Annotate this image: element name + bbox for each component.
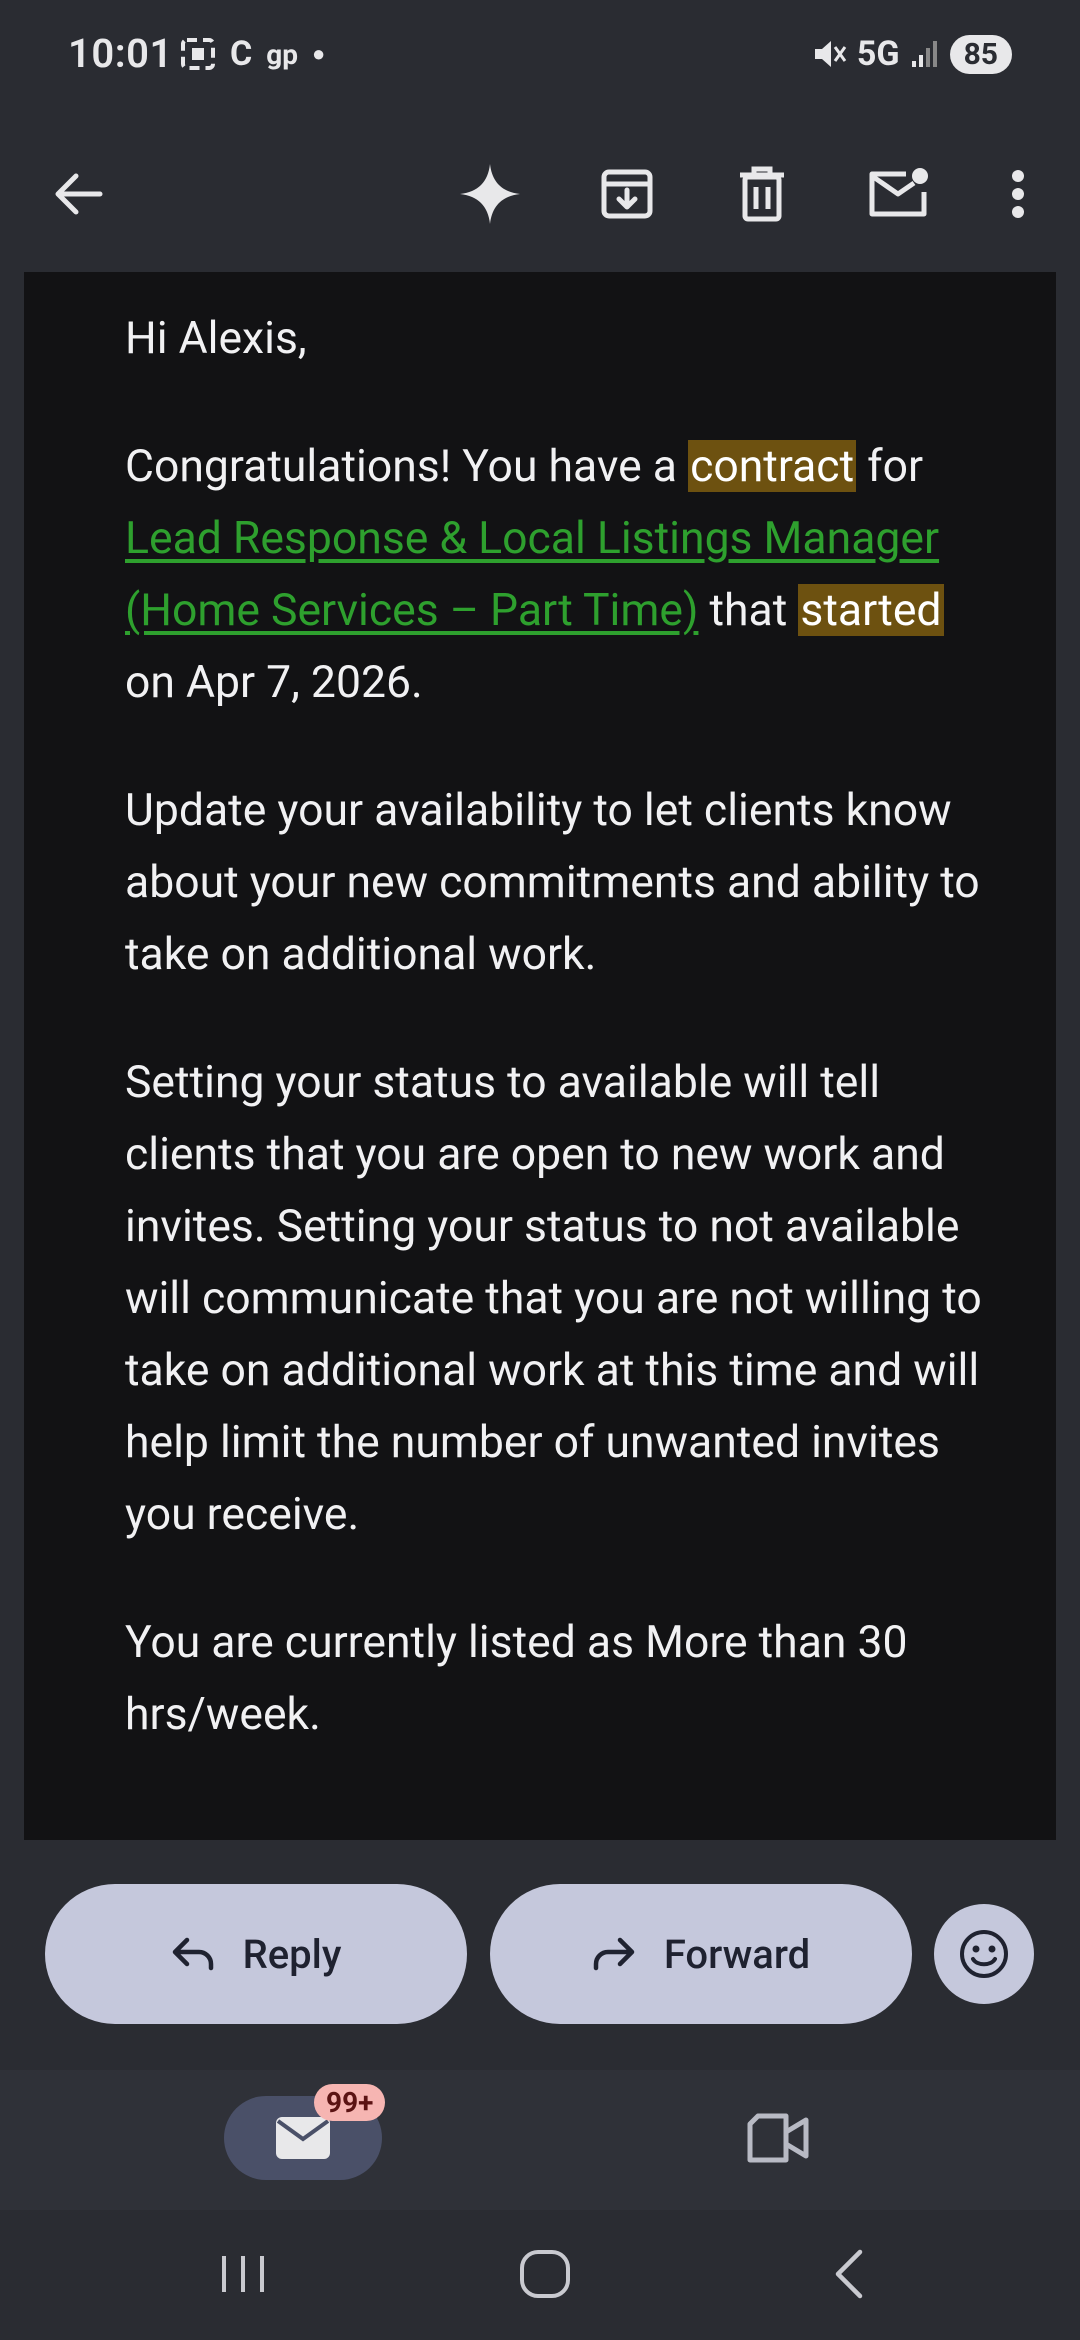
status-time: 10:01 — [68, 30, 173, 77]
gemini-button[interactable] — [452, 156, 528, 232]
paragraph-contract: Congratulations! You have a contract for… — [125, 430, 985, 718]
signal-icon — [911, 41, 937, 67]
arrow-left-icon — [55, 173, 103, 215]
back-button[interactable] — [40, 156, 116, 232]
mute-icon — [814, 41, 847, 67]
status-notification-icons: C gp ● — [180, 34, 325, 74]
unread-count-badge: 99+ — [314, 2084, 386, 2121]
delete-button[interactable] — [724, 156, 800, 232]
forward-icon — [593, 1937, 635, 1971]
email-body: Hi Alexis, Congratulations! You have a c… — [125, 302, 985, 1806]
reply-label: Reply — [242, 1930, 342, 1978]
highlight-started: started — [798, 584, 944, 636]
network-label: 5G — [856, 34, 900, 74]
p1-text-a: Congratulations! You have a — [125, 440, 689, 492]
email-toolbar — [0, 118, 1080, 270]
paragraph-availability: Update your availability to let clients … — [125, 784, 980, 980]
email-actions-bar: Reply Forward — [0, 1840, 1080, 2070]
email-content: Hi Alexis, Congratulations! You have a c… — [24, 272, 1056, 1840]
system-navigation-bar — [0, 2210, 1080, 2340]
p1-text-d: on Apr 7, 2026. — [125, 656, 423, 708]
archive-button[interactable] — [589, 156, 665, 232]
emoji-reaction-button[interactable] — [934, 1904, 1034, 2004]
recents-icon[interactable] — [218, 2252, 268, 2296]
status-bar: 10:01 C gp ● 5G 85 — [0, 0, 1080, 118]
archive-icon — [601, 169, 653, 219]
mail-icon — [276, 2117, 330, 2159]
bottom-navigation: 99+ — [0, 2070, 1080, 2210]
more-vert-icon — [1012, 170, 1024, 218]
forward-button[interactable]: Forward — [490, 1884, 912, 2024]
forward-label: Forward — [663, 1930, 811, 1978]
reply-icon — [172, 1937, 213, 1971]
p1-text-c: that — [698, 584, 799, 636]
status-system-icons: 5G 85 — [811, 34, 1012, 74]
mark-unread-button[interactable] — [860, 156, 936, 232]
carrier-c-icon: C — [230, 34, 253, 74]
video-camera-icon — [747, 2113, 809, 2163]
reply-button[interactable]: Reply — [45, 1884, 467, 2024]
sparkle-icon — [460, 164, 520, 224]
greeting: Hi Alexis, — [125, 312, 307, 364]
mark-unread-icon — [869, 168, 928, 217]
screenshot-icon — [181, 38, 215, 70]
p1-text-b: for — [856, 440, 924, 492]
battery-indicator: 85 — [949, 34, 1012, 74]
paragraph-current-listing: You are currently listed as More than 30… — [125, 1616, 908, 1740]
paragraph-status: Setting your status to available will te… — [125, 1056, 982, 1540]
home-icon[interactable] — [518, 2248, 572, 2300]
trash-icon — [740, 166, 784, 222]
highlight-contract: contract — [688, 440, 857, 492]
back-nav-icon[interactable] — [830, 2248, 866, 2300]
smiley-icon — [960, 1930, 1008, 1978]
more-options-button[interactable] — [980, 156, 1056, 232]
nav-meet-tab[interactable] — [744, 2110, 812, 2166]
dot-icon: ● — [312, 42, 326, 67]
carrier-gp-icon: gp — [266, 37, 298, 71]
